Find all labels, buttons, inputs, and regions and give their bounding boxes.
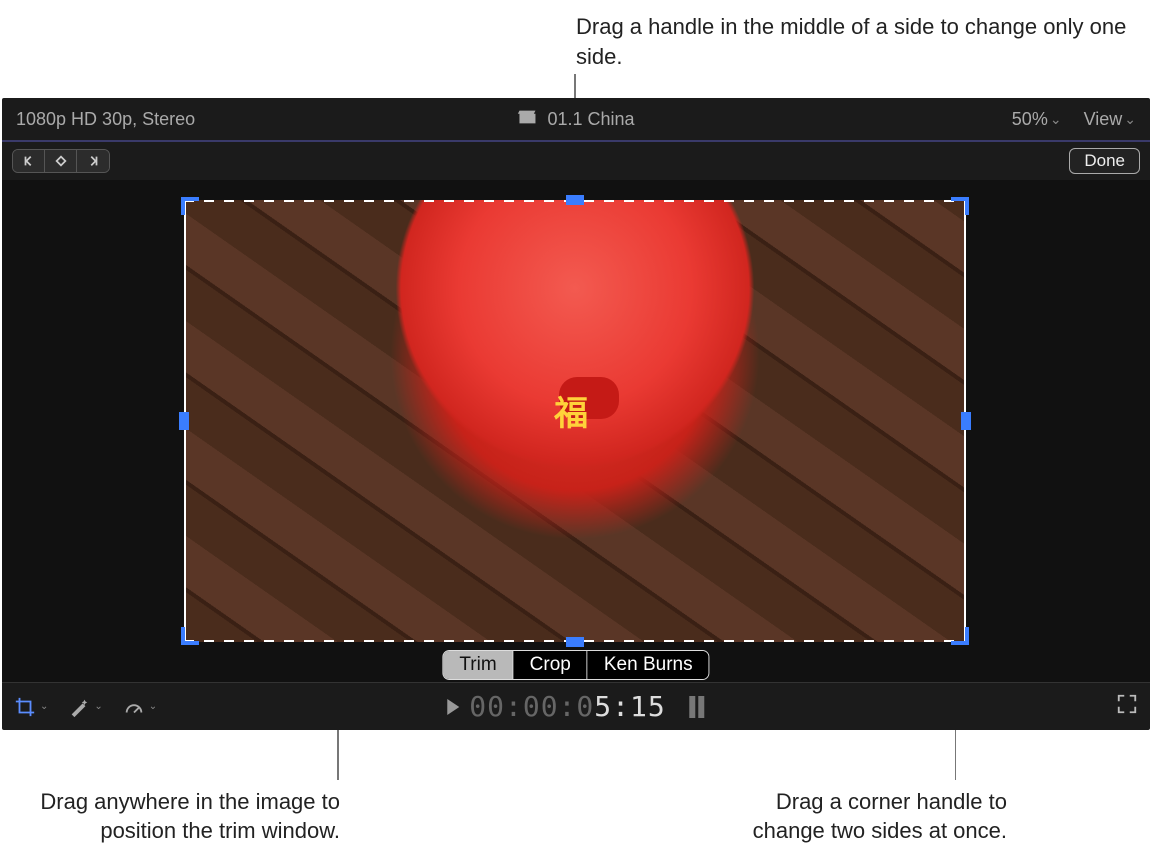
- segment-kenburns[interactable]: Ken Burns: [588, 651, 709, 679]
- speedometer-icon: [123, 696, 145, 718]
- zoom-value: 50%: [1012, 109, 1048, 130]
- edge-handle-top[interactable]: [566, 195, 584, 205]
- crop-tool-popup[interactable]: ⌄: [14, 696, 48, 718]
- view-label: View: [1084, 109, 1123, 130]
- viewer-panel: 1080p HD 30p, Stereo 01.1 China 50% ⌄ Vi…: [2, 98, 1150, 730]
- retime-tool-popup[interactable]: ⌄: [123, 696, 157, 718]
- viewer-area: 福 Trim Crop Ken Burns: [2, 180, 1150, 682]
- fullscreen-button[interactable]: [1116, 693, 1138, 720]
- chevron-down-icon: ⌄: [1050, 111, 1062, 128]
- chevron-down-icon: ⌄: [149, 701, 157, 712]
- zoom-popup[interactable]: 50% ⌄: [1012, 109, 1062, 130]
- nav-prev-button[interactable]: [13, 150, 45, 172]
- timecode-text[interactable]: 00:00:05:15: [469, 690, 665, 723]
- callout-side-handle: Drag a handle in the middle of a side to…: [576, 12, 1136, 71]
- trim-frame[interactable]: 福: [184, 200, 966, 642]
- chevron-down-icon: ⌄: [94, 701, 102, 712]
- callout-image-drag: Drag anywhere in the image to position t…: [30, 787, 340, 846]
- segment-crop[interactable]: Crop: [514, 651, 588, 679]
- timecode-main: 5:15: [594, 690, 665, 723]
- done-button[interactable]: Done: [1069, 148, 1140, 174]
- corner-handle-bottom-right[interactable]: [951, 627, 969, 645]
- chevron-down-icon: ⌄: [1124, 111, 1136, 128]
- edge-handle-left[interactable]: [179, 412, 189, 430]
- clip-title: 01.1 China: [547, 109, 634, 130]
- play-button[interactable]: [447, 699, 459, 715]
- audio-meter-icon: [690, 696, 705, 718]
- edge-handle-right[interactable]: [961, 412, 971, 430]
- clapperboard-icon: [517, 109, 537, 130]
- nav-next-button[interactable]: [77, 150, 109, 172]
- crop-icon: [14, 696, 36, 718]
- timecode-display: 00:00:05:15: [447, 690, 704, 723]
- clip-title-block: 01.1 China: [517, 109, 634, 130]
- corner-handle-top-left[interactable]: [181, 197, 199, 215]
- segment-trim[interactable]: Trim: [443, 651, 513, 679]
- nav-button-group: [12, 149, 110, 173]
- crop-mode-segmented: Trim Crop Ken Burns: [442, 650, 709, 680]
- enhance-tool-popup[interactable]: ⌄: [68, 696, 102, 718]
- viewer-subbar: Done: [2, 142, 1150, 180]
- corner-handle-bottom-left[interactable]: [181, 627, 199, 645]
- viewer-toolbar: ⌄ ⌄ ⌄ 00:00:05:15: [2, 682, 1150, 730]
- callout-corner-handle: Drag a corner handle to change two sides…: [707, 787, 1007, 846]
- corner-handle-top-right[interactable]: [951, 197, 969, 215]
- view-popup[interactable]: View ⌄: [1084, 109, 1136, 130]
- timecode-prefix: 00:00:0: [469, 690, 594, 723]
- nav-keyframe-button[interactable]: [45, 150, 77, 172]
- selection-box: [184, 200, 966, 642]
- viewer-header: 1080p HD 30p, Stereo 01.1 China 50% ⌄ Vi…: [2, 98, 1150, 140]
- format-label: 1080p HD 30p, Stereo: [16, 109, 195, 130]
- fullscreen-icon: [1116, 693, 1138, 715]
- edge-handle-bottom[interactable]: [566, 637, 584, 647]
- magic-wand-icon: [68, 696, 90, 718]
- chevron-down-icon: ⌄: [40, 701, 48, 712]
